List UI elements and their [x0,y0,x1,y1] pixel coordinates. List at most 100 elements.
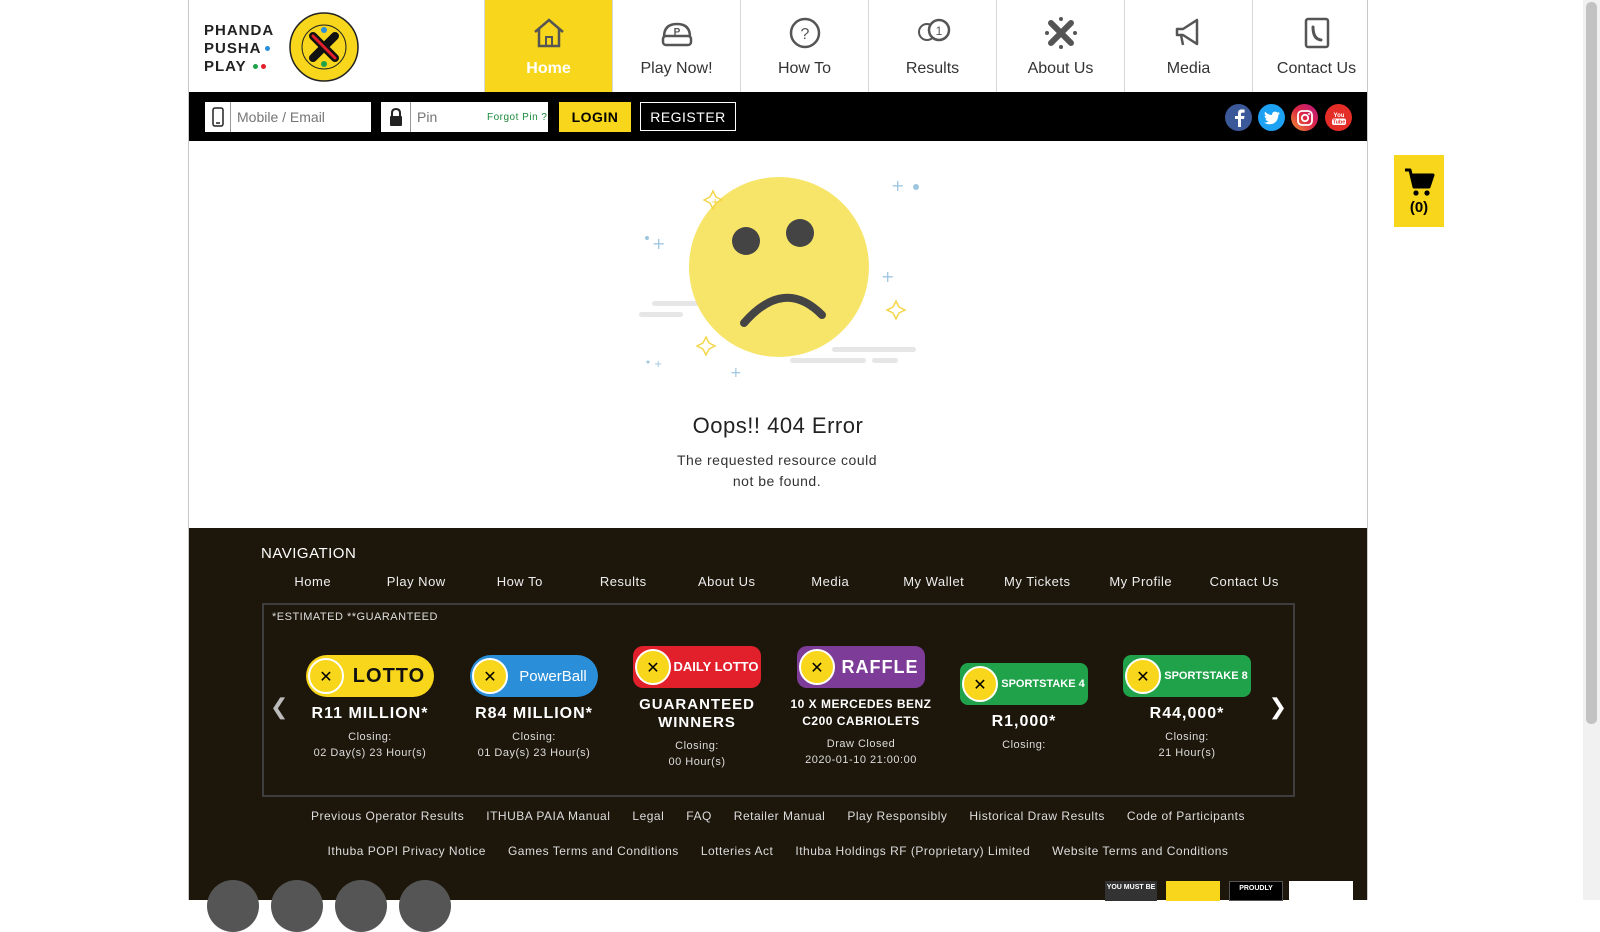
link-paia-manual[interactable]: ITHUBA PAIA Manual [486,809,610,823]
game-name: SPORTSTAKE 4 [1001,678,1085,690]
scrollbar-thumb[interactable] [1586,2,1597,724]
footer-nav-contact-us[interactable]: Contact Us [1193,574,1297,589]
game-card-sportstake-8[interactable]: ✕ SPORTSTAKE 8 R44,000* Closing: 21 Hour… [1107,655,1267,761]
game-closing-label: Closing: [512,731,556,743]
nav-results[interactable]: 1 Results [868,0,996,92]
game-card-powerball[interactable]: ✕ PowerBall R84 MILLION* Closing: 01 Day… [454,655,614,761]
footer-nav-media[interactable]: Media [779,574,883,589]
error-section: + + + + + + Oops!! 404 Error The request… [189,141,1367,528]
cart-button[interactable]: (0) [1394,155,1444,227]
login-button[interactable]: LOGIN [559,102,631,132]
blue-dot-icon [264,46,270,51]
page-frame: PHANDA PUSHA PLAY Home P Play Now! ? How… [188,0,1368,932]
carousel-prev-icon[interactable]: ❮ [270,695,288,720]
link-previous-operator-results[interactable]: Previous Operator Results [311,809,464,823]
link-legal[interactable]: Legal [632,809,664,823]
game-card-lotto[interactable]: ✕ LOTTO R11 MILLION* Closing: 02 Day(s) … [290,655,450,761]
nav-media[interactable]: Media [1124,0,1252,92]
red-dot-icon [260,64,266,69]
link-lotteries-act[interactable]: Lotteries Act [701,844,774,858]
link-ithuba-holdings[interactable]: Ithuba Holdings RF (Proprietary) Limited [795,844,1030,858]
site-logo[interactable]: PHANDA PUSHA PLAY [201,10,371,84]
site-header: PHANDA PUSHA PLAY Home P Play Now! ? How… [189,0,1367,92]
game-closing-value: 02 Day(s) 23 Hour(s) [313,747,427,759]
mobile-email-field-wrap [205,102,371,132]
pin-input[interactable] [411,103,483,131]
game-card-raffle[interactable]: ✕ RAFFLE 10 X MERCEDES BENZ C200 CABRIOL… [781,646,941,768]
footer-nav-play-now[interactable]: Play Now [365,574,469,589]
about-logo-icon [1044,17,1077,49]
footer-nav-my-tickets[interactable]: My Tickets [986,574,1090,589]
game-prize: R11 MILLION* [311,705,429,722]
app-badge-icon[interactable] [399,880,451,932]
game-closing-label: Draw Closed [826,738,896,750]
game-prize: GUARANTEED WINNERS [639,696,755,731]
game-prize: 10 X MERCEDES BENZ C200 CABRIOLETS [790,697,932,728]
lottery-seal-icon: ✕ [1125,658,1161,694]
footer-nav-how-to[interactable]: How To [468,574,572,589]
nav-about-us[interactable]: About Us [996,0,1124,92]
nav-how-to-label: How To [777,60,832,77]
twitter-icon[interactable] [1258,104,1285,131]
footer-nav-my-wallet[interactable]: My Wallet [882,574,986,589]
game-closing-label: Closing: [1165,731,1209,743]
login-bar: Forgot Pin ? LOGIN REGISTER YouTube [189,92,1367,141]
question-icon: ? [789,17,820,49]
footer-nav-home[interactable]: Home [261,574,365,589]
app-badge-icon[interactable] [207,880,259,932]
raffle-logo: ✕ RAFFLE [797,646,925,688]
megaphone-icon [1175,18,1198,46]
footer-nav-heading: NAVIGATION [261,545,357,562]
green-dot-icon [252,64,258,69]
powerball-logo: ✕ PowerBall [470,655,598,697]
logo-line-1: PHANDA [204,22,275,39]
age-restriction-badge: YOU MUST BE [1105,881,1157,901]
instagram-icon[interactable] [1291,104,1318,131]
carousel-next-icon[interactable]: ❯ [1269,695,1287,720]
youtube-icon[interactable]: You Tube [1325,104,1352,131]
link-faq[interactable]: FAQ [686,809,712,823]
nav-home[interactable]: Home [484,0,612,92]
game-closing-label: Closing: [1002,739,1046,751]
yellow-badge-icon [1166,881,1220,901]
link-code-of-participants[interactable]: Code of Participants [1127,809,1245,823]
nav-play-now[interactable]: P Play Now! [612,0,740,92]
main-nav: Home P Play Now! ? How To 1 Results Abou… [484,0,1380,92]
app-badge-icon[interactable] [271,880,323,932]
svg-text:+: + [730,365,742,381]
link-games-terms[interactable]: Games Terms and Conditions [508,844,679,858]
footer-nav-results[interactable]: Results [572,574,676,589]
lotto-logo: ✕ LOTTO [306,655,434,697]
game-card-daily-lotto[interactable]: ✕ DAILY LOTTO GUARANTEED WINNERS Closing… [617,646,777,770]
link-play-responsibly[interactable]: Play Responsibly [847,809,947,823]
register-button[interactable]: REGISTER [640,102,736,131]
game-prize: R44,000* [1149,705,1225,722]
logo-line-2: PUSHA [204,40,262,57]
mobile-email-input[interactable] [231,103,371,131]
svg-text:1: 1 [935,24,942,38]
link-retailer-manual[interactable]: Retailer Manual [734,809,826,823]
app-badge-icon[interactable] [335,880,387,932]
pin-field-wrap: Forgot Pin ? [381,102,548,132]
nav-how-to[interactable]: ? How To [740,0,868,92]
link-website-terms[interactable]: Website Terms and Conditions [1052,844,1228,858]
nav-home-label: Home [526,60,571,77]
page-scrollbar[interactable] [1583,0,1600,900]
nav-contact-us[interactable]: Contact Us [1252,0,1380,92]
logo-line-3: PLAY [204,58,247,75]
forgot-pin-link[interactable]: Forgot Pin ? [487,112,547,123]
phone-book-icon [1304,17,1329,49]
svg-text:+: + [891,176,904,195]
lottery-seal-icon: ✕ [472,658,508,694]
footer-nav-my-profile[interactable]: My Profile [1089,574,1193,589]
national-lottery-seal-icon [289,12,359,82]
game-card-sportstake-4[interactable]: ✕ SPORTSTAKE 4 R1,000* Closing: [944,663,1104,753]
link-popi-privacy-notice[interactable]: Ithuba POPI Privacy Notice [328,844,486,858]
footer-nav-about-us[interactable]: About Us [675,574,779,589]
lottery-seal-icon: ✕ [799,649,835,685]
daily-lotto-logo: ✕ DAILY LOTTO [633,646,761,688]
link-historical-draw-results[interactable]: Historical Draw Results [969,809,1105,823]
mobile-phone-icon [205,102,231,132]
facebook-icon[interactable] [1225,104,1252,131]
lock-icon [381,102,411,132]
